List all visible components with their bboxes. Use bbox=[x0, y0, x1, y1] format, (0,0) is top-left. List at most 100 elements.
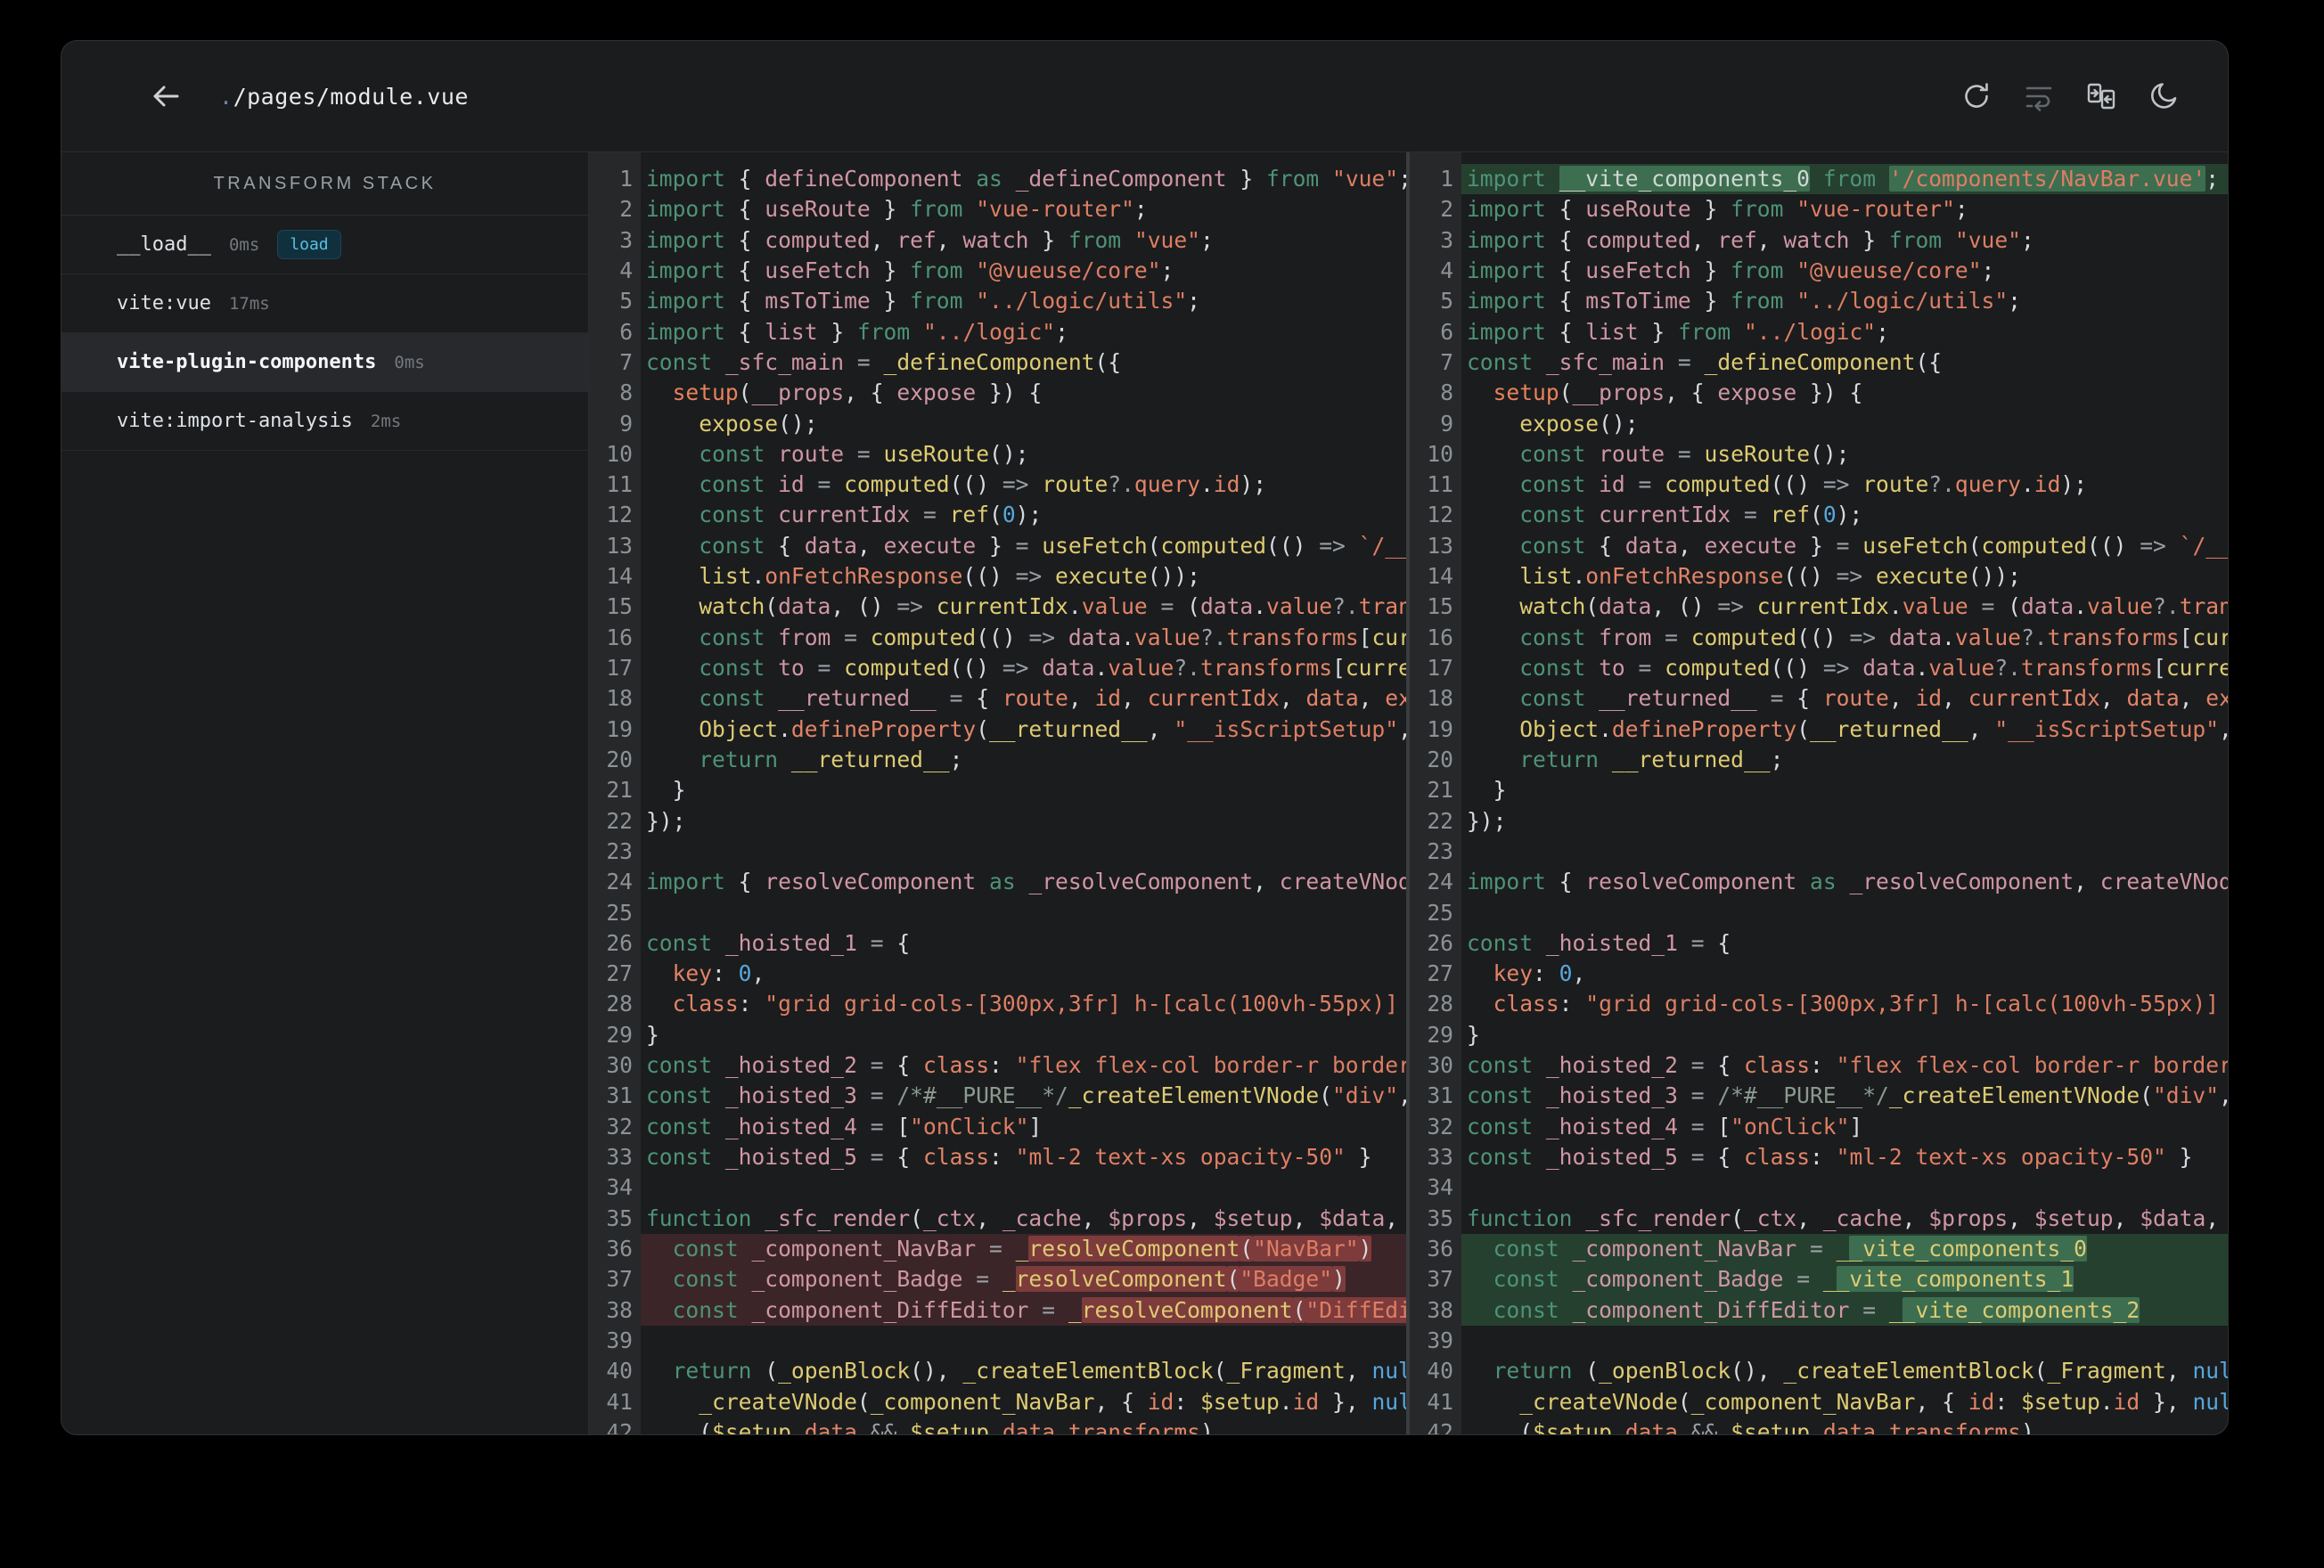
plugin-time: 2ms bbox=[370, 411, 402, 431]
module-root-dot: . bbox=[219, 83, 233, 110]
code-line: }); bbox=[1467, 807, 1507, 834]
refresh-button[interactable] bbox=[1959, 78, 1994, 114]
diff-pane-before[interactable]: 1 2 3 4 5 6 7 8 9 10 11 12 13 14 15 16 17 18 19 20 21 22 23 24 2… bbox=[589, 152, 1406, 1434]
line-number: 32 bbox=[606, 1113, 633, 1139]
code-line: const _hoisted_5 = { class: "ml-2 text-x… bbox=[1467, 1144, 2193, 1170]
transform-stack-item-__load__[interactable]: __load__ 0ms load bbox=[61, 216, 588, 274]
code-line: const __returned__ = { route, id, curren… bbox=[1519, 685, 2228, 712]
code-column: import { defineComponent as _defineCompo… bbox=[641, 152, 1406, 1434]
line-number: 24 bbox=[1427, 869, 1453, 895]
line-number: 1 bbox=[1440, 166, 1453, 192]
line-number: 35 bbox=[606, 1205, 633, 1231]
code-line: const _component_DiffEditor = _resolveCo… bbox=[641, 1294, 1406, 1326]
code-line: setup(__props, { expose }) { bbox=[1493, 380, 1863, 406]
line-number: 7 bbox=[1440, 348, 1453, 375]
plugin-name: vite:import-analysis bbox=[117, 410, 353, 432]
code-line: expose(); bbox=[1519, 410, 1639, 437]
line-number: 8 bbox=[1440, 380, 1453, 406]
transform-stack-item-vite-plugin-components[interactable]: vite-plugin-components 0ms bbox=[61, 333, 588, 392]
code-line: import { useRoute } from "vue-router"; bbox=[1467, 196, 1968, 223]
diff-panels-icon bbox=[2085, 80, 2117, 112]
line-number: 31 bbox=[1427, 1082, 1453, 1109]
line-number: 17 bbox=[606, 655, 633, 681]
code-line: class: "grid grid-cols-[300px,3fr] h-[ca… bbox=[1493, 991, 2220, 1017]
code-line: list.onFetchResponse(() => execute()); bbox=[1519, 563, 2021, 590]
code-line: const to = computed(() => data.value?.tr… bbox=[1519, 655, 2228, 681]
diff-view-button[interactable] bbox=[2083, 78, 2119, 114]
plugin-name: __load__ bbox=[117, 233, 211, 256]
line-number: 26 bbox=[1427, 929, 1453, 956]
code-line: list.onFetchResponse(() => execute()); bbox=[699, 563, 1200, 590]
line-number: 35 bbox=[1427, 1205, 1453, 1231]
code-line: import { list } from "../logic"; bbox=[646, 318, 1068, 345]
line-number: 28 bbox=[606, 991, 633, 1017]
line-number: 21 bbox=[1427, 777, 1453, 804]
code-column: import __vite_components_0 from '/compon… bbox=[1461, 152, 2228, 1434]
inspect-window: ./pages/module.vue TRANSFORM STACK __loa… bbox=[61, 40, 2229, 1435]
code-line: setup(__props, { expose }) { bbox=[672, 380, 1043, 406]
line-number: 16 bbox=[606, 624, 633, 650]
code-line: function _sfc_render(_ctx, _cache, $prop… bbox=[1467, 1205, 2220, 1231]
line-number: 13 bbox=[606, 532, 633, 559]
line-number: 18 bbox=[1427, 685, 1453, 712]
code-line: const _hoisted_4 = ["onClick"] bbox=[646, 1113, 1043, 1139]
diff-pane-after[interactable]: 1 2 3 4 5 6 7 8 9 10 11 12 13 14 15 16 17 18 19 20 21 22 23 24 2… bbox=[1410, 152, 2228, 1434]
line-number: 3 bbox=[619, 226, 633, 253]
code-line: }); bbox=[646, 807, 686, 834]
line-number: 6 bbox=[1440, 318, 1453, 345]
code-line: import { defineComponent as _defineCompo… bbox=[646, 166, 1406, 192]
page-title: ./pages/module.vue bbox=[219, 84, 469, 110]
code-line: } bbox=[1467, 777, 1507, 804]
dark-mode-button[interactable] bbox=[2146, 78, 2181, 114]
line-number: 22 bbox=[1427, 807, 1453, 834]
code-line: return (_openBlock(), _createElementBloc… bbox=[672, 1358, 1406, 1384]
transform-stack-item-vite:import-analysis[interactable]: vite:import-analysis 2ms bbox=[61, 392, 588, 451]
line-number: 9 bbox=[619, 410, 633, 437]
transform-stack-sidebar: TRANSFORM STACK __load__ 0ms load vite:vue 1… bbox=[61, 152, 589, 1434]
line-number: 39 bbox=[1427, 1327, 1453, 1353]
line-number: 36 bbox=[1427, 1235, 1453, 1262]
code-line: const __returned__ = { route, id, curren… bbox=[699, 685, 1406, 712]
code-line: const id = computed(() => route?.query.i… bbox=[1519, 471, 2088, 498]
code-line: _createVNode(_component_NavBar, { id: $s… bbox=[699, 1388, 1406, 1415]
code-line: const _hoisted_2 = { class: "flex flex-c… bbox=[646, 1052, 1406, 1079]
line-number: 38 bbox=[1427, 1296, 1453, 1323]
refresh-icon bbox=[1960, 80, 1993, 112]
code-line: const { data, execute } = useFetch(compu… bbox=[1519, 532, 2228, 559]
code-line: const { data, execute } = useFetch(compu… bbox=[699, 532, 1406, 559]
line-number: 9 bbox=[1440, 410, 1453, 437]
line-number: 7 bbox=[619, 348, 633, 375]
back-button[interactable] bbox=[146, 77, 185, 116]
line-number: 13 bbox=[1427, 532, 1453, 559]
line-number: 40 bbox=[1427, 1358, 1453, 1384]
code-line: } bbox=[646, 1021, 659, 1048]
line-number: 30 bbox=[606, 1052, 633, 1079]
line-number: 1 bbox=[619, 166, 633, 192]
code-line: const currentIdx = ref(0); bbox=[699, 502, 1043, 528]
code-line: const _sfc_main = _defineComponent({ bbox=[646, 348, 1122, 375]
line-number: 20 bbox=[606, 746, 633, 772]
line-number: 5 bbox=[619, 288, 633, 314]
transform-stack-item-vite:vue[interactable]: vite:vue 17ms bbox=[61, 274, 588, 333]
code-line: Object.defineProperty(__returned__, "__i… bbox=[699, 715, 1406, 742]
code-line: import { resolveComponent as _resolveCom… bbox=[1467, 869, 2228, 895]
line-number: 18 bbox=[606, 685, 633, 712]
line-number: 28 bbox=[1427, 991, 1453, 1017]
code-line: import { msToTime } from "../logic/utils… bbox=[646, 288, 1200, 314]
code-line: import { msToTime } from "../logic/utils… bbox=[1467, 288, 2021, 314]
line-number: 15 bbox=[606, 593, 633, 620]
line-number-gutter: 1 2 3 4 5 6 7 8 9 10 11 12 13 14 15 16 17 18 19 20 21 22 23 24 2… bbox=[589, 152, 641, 1434]
code-line: Object.defineProperty(__returned__, "__i… bbox=[1519, 715, 2228, 742]
code-line: } bbox=[646, 777, 686, 804]
line-number: 4 bbox=[1440, 257, 1453, 283]
code-line: import { useRoute } from "vue-router"; bbox=[646, 196, 1148, 223]
line-wrap-button[interactable] bbox=[2021, 78, 2057, 114]
code-line: import { useFetch } from "@vueuse/core"; bbox=[1467, 257, 1995, 283]
code-line: const from = computed(() => data.value?.… bbox=[699, 624, 1406, 650]
line-number: 33 bbox=[1427, 1144, 1453, 1170]
